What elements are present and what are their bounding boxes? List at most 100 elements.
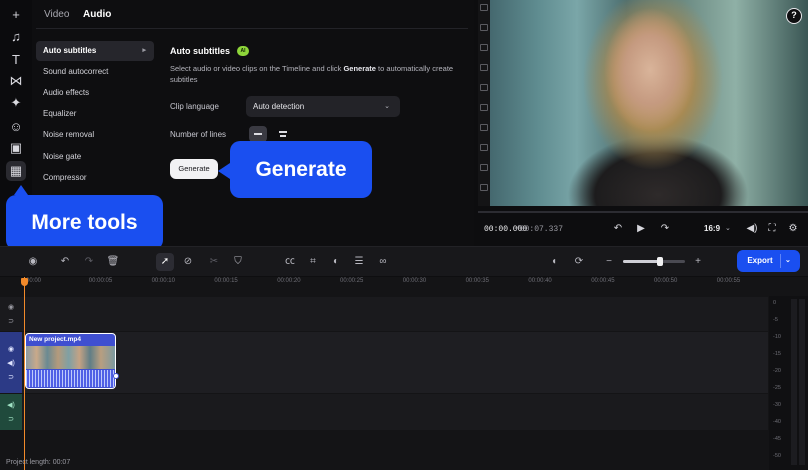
ruler-tick-label: 00:00:20 [277,278,301,284]
help-icon[interactable]: ? [786,8,802,24]
menu-item-auto-subtitles[interactable]: Auto subtitles ▸ [36,41,154,61]
audio-meter: 0 -5 -10 -15 -20 -25 -30 -40 -45 -50 [769,296,808,470]
select-tool-icon[interactable]: ➚ [156,253,174,271]
animation-icon[interactable]: ∞ [374,253,392,271]
music-icon[interactable]: ♫ [6,26,26,46]
timeline-ruler[interactable]: 00:00 00:00:05 00:00:10 00:00:15 00:00:20 00:… [24,277,769,295]
meter-db-label: -20 [773,368,781,374]
adjust-icon[interactable]: ☰ [350,253,368,271]
video-preview: ? 00:00.000 /00:07.337 ↶ ▶ ↷ 16:9 ⌄ ◀) ⛶… [474,0,808,246]
clip-language-value: Auto detection [253,102,305,111]
ruler-tick-label: 00:00:15 [214,278,238,284]
track-header: ◉ ⊃ [0,297,22,331]
menu-item-sound-autocorrect[interactable]: Sound autocorrect [36,62,154,82]
auto-subtitles-heading: Auto subtitles [170,46,230,56]
tab-video[interactable]: Video [44,9,69,20]
zoom-slider-thumb[interactable] [657,257,664,266]
speaker-icon[interactable]: ◀) [7,359,15,367]
speed-icon[interactable]: ◐ [327,253,345,271]
one-line-button[interactable] [249,126,267,142]
export-divider [780,254,781,268]
text-icon[interactable]: T [6,49,26,69]
timeline-clip[interactable]: New project.mp4 [25,333,116,389]
trash-icon[interactable]: 🗑 [104,253,122,271]
more-tools-callout: More tools [6,185,163,250]
more-tools-icon[interactable]: ▦ [6,161,26,181]
meter-bar-left [791,299,797,465]
chevron-down-icon: ⌄ [384,103,390,110]
ai-badge: AI [237,46,249,56]
play-icon[interactable]: ▶ [633,221,649,237]
menu-item-noise-removal[interactable]: Noise removal [36,125,154,145]
ruler-tick-label: 00:00:30 [402,278,427,284]
transitions-icon[interactable]: ⋈ [6,71,26,91]
redo-icon[interactable]: ↷ [80,253,98,271]
meter-db-label: -25 [773,385,781,391]
eye-icon[interactable]: ◉ [8,303,14,311]
clip-name: New project.mp4 [29,336,82,343]
timeline[interactable]: 00:00 00:00:05 00:00:10 00:00:15 00:00:20 00:… [0,277,808,470]
clip-volume-handle[interactable] [113,373,119,379]
export-label: Export [747,256,773,265]
number-of-lines-label: Number of lines [170,130,227,139]
menu-item-audio-effects[interactable]: Audio effects [36,83,154,103]
fullscreen-icon[interactable]: ⛶ [764,221,780,237]
chevron-right-icon: ▸ [142,47,146,54]
ruler-tick-label: 00:00:35 [465,278,489,284]
menu-item-noise-gate[interactable]: Noise gate [36,147,154,167]
zoom-in-icon[interactable]: + [689,253,707,271]
magnet-icon[interactable]: ⟳ [570,253,588,271]
total-time: /00:07.337 [515,225,564,234]
generate-button[interactable]: Generate [170,159,218,179]
meter-bar-right [799,299,805,465]
undo-icon[interactable]: ↶ [56,253,74,271]
meter-db-label: -30 [773,402,781,408]
record-icon[interactable]: ◉ [24,253,42,271]
elements-icon[interactable]: ▣ [6,138,26,158]
track-text[interactable]: ◉ ⊃ [0,297,768,331]
aspect-ratio-select[interactable]: 16:9 [704,224,720,233]
link-icon[interactable]: ⊃ [8,317,14,325]
timeline-toolbar: ◉ ↶ ↷ 🗑 ➚ ⊘ ✂ ⛉ ㏄ ⌗ ◐ ☰ ∞ ◖ ⟳ − + [0,246,808,276]
split-icon[interactable]: ✂ [205,253,223,271]
zoom-out-icon[interactable]: − [600,253,618,271]
link-icon[interactable]: ⊃ [8,415,14,423]
gear-icon[interactable]: ⚙ [785,221,801,237]
ruler-tick-label: 00:00:10 [151,278,175,284]
clip-language-label: Clip language [170,102,219,111]
link-icon[interactable]: ⊃ [8,373,14,381]
tab-audio[interactable]: Audio [83,9,111,20]
ripple-icon[interactable]: ⊘ [179,253,197,271]
ruler-tick-label: 00:00:05 [88,278,113,284]
zoom-slider-fill [623,260,661,263]
undo-step-icon[interactable]: ↶ [610,221,626,237]
two-lines-button[interactable] [274,126,292,142]
captions-icon[interactable]: ㏄ [281,253,299,271]
redo-step-icon[interactable]: ↷ [657,221,673,237]
meter-db-label: -45 [773,436,781,442]
menu-item-equalizer[interactable]: Equalizer [36,104,154,124]
chevron-down-icon: ⌄ [725,225,731,232]
menu-item-compressor[interactable]: Compressor [36,168,154,188]
playhead-handle[interactable] [21,278,28,286]
export-button[interactable]: Export ⌄ [737,250,800,272]
preview-scrubber[interactable] [478,211,808,213]
speaker-icon[interactable]: ◀) [7,401,15,409]
audio-detach-icon[interactable]: ◖ [545,253,563,271]
effects-icon[interactable]: ✦ [6,93,26,113]
sticker-icon[interactable]: ☺ [6,116,26,136]
track-audio[interactable]: ◀) ⊃ [0,394,768,430]
zoom-slider[interactable] [623,257,685,266]
eye-icon[interactable]: ◉ [8,345,14,353]
ruler-tick-label: 00:00:55 [716,278,741,284]
plus-icon[interactable]: + [6,4,26,24]
clip-thumbnails [26,346,115,369]
crop-icon[interactable]: ⌗ [304,253,322,271]
ruler-tick-label: 00:00:25 [340,278,364,284]
clip-language-select[interactable]: Auto detection ⌄ [246,96,400,117]
film-strip [478,0,490,206]
volume-icon[interactable]: ◀) [744,221,760,237]
track-header: ◉ ◀) ⊃ [0,332,22,393]
chevron-down-icon[interactable]: ⌄ [785,250,791,272]
marker-icon[interactable]: ⛉ [229,253,247,271]
